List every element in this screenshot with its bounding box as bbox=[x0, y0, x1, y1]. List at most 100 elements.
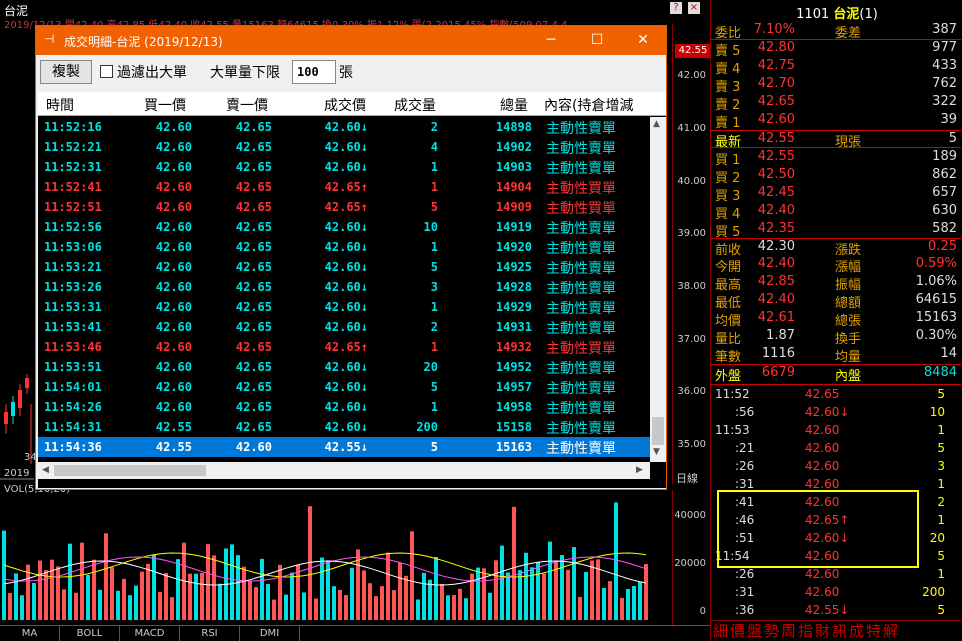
tick-time: :21 bbox=[735, 441, 755, 455]
hscroll-thumb[interactable] bbox=[54, 465, 206, 476]
vertical-scrollbar[interactable]: ▲ ▼ bbox=[650, 117, 666, 462]
minimize-button[interactable]: ─ bbox=[528, 26, 574, 55]
table-row[interactable]: 11:53:06 42.60 42.65 42.60↓ 1 14920 主動性賣單 bbox=[38, 237, 650, 257]
trade-detail-dialog[interactable]: ⊣ 成交明細-台泥 (2019/12/13) ─ ☐ ✕ 複製 過濾出大單 大單… bbox=[35, 25, 667, 490]
min-volume-input[interactable]: 100 bbox=[292, 60, 336, 84]
bid-label: 買 1 bbox=[715, 153, 741, 168]
cell-total: 14958 bbox=[495, 400, 532, 414]
volume-bar bbox=[500, 545, 504, 620]
col-total[interactable]: 總量 bbox=[500, 95, 528, 115]
quote-tabs[interactable]: 細價盤勢周指財訊成特解 bbox=[711, 620, 961, 641]
cell-price: 42.60↓ bbox=[324, 380, 368, 394]
volume-bar bbox=[524, 552, 528, 620]
close-icon[interactable]: × bbox=[688, 2, 700, 14]
table-row[interactable]: 11:54:36 42.55 42.60 42.55↓ 5 15163 主動性賣單 bbox=[38, 437, 650, 457]
col-ask[interactable]: 賣一價 bbox=[226, 95, 268, 115]
volume-bar bbox=[212, 555, 216, 620]
close-button[interactable]: ✕ bbox=[620, 26, 666, 55]
table-row[interactable]: 11:52:41 42.60 42.65 42.65↑ 1 14904 主動性買單 bbox=[38, 177, 650, 197]
cell-content: 主動性賣單 bbox=[546, 221, 616, 237]
cell-ask: 42.65 bbox=[235, 320, 272, 334]
table-row[interactable]: 11:54:26 42.60 42.65 42.60↓ 1 14958 主動性賣單 bbox=[38, 397, 650, 417]
table-row[interactable]: 11:53:21 42.60 42.65 42.60↓ 5 14925 主動性賣單 bbox=[38, 257, 650, 277]
cell-ask: 42.65 bbox=[235, 240, 272, 254]
table-row[interactable]: 11:53:31 42.60 42.65 42.60↓ 1 14929 主動性賣單 bbox=[38, 297, 650, 317]
col-price[interactable]: 成交價 bbox=[324, 95, 366, 115]
volume-bar bbox=[170, 597, 174, 620]
volume-bar bbox=[68, 543, 72, 620]
volume-bar bbox=[458, 588, 462, 620]
table-row[interactable]: 11:52:16 42.60 42.65 42.60↓ 2 14898 主動性賣單 bbox=[38, 117, 650, 137]
tab-rsi[interactable]: RSI bbox=[180, 626, 240, 641]
scroll-left-icon[interactable]: ◀ bbox=[42, 465, 49, 475]
table-row[interactable]: 11:53:41 42.60 42.65 42.60↓ 2 14931 主動性賣單 bbox=[38, 317, 650, 337]
filter-checkbox[interactable] bbox=[100, 65, 113, 78]
price-axis: 42.00 41.00 40.00 39.00 38.00 37.00 36.0… bbox=[672, 24, 711, 484]
cell-bid: 42.60 bbox=[155, 320, 192, 334]
table-row[interactable]: 11:53:51 42.60 42.65 42.60↓ 20 14952 主動性賣單 bbox=[38, 357, 650, 377]
tab-ma[interactable]: MA bbox=[0, 626, 60, 641]
stat-row: 量比 1.87 換手 0.30% bbox=[711, 328, 961, 347]
tick-time: 11:53 bbox=[715, 423, 750, 437]
dialog-titlebar[interactable]: ⊣ 成交明細-台泥 (2019/12/13) ─ ☐ ✕ bbox=[36, 26, 666, 55]
help-icon[interactable]: ? bbox=[670, 2, 682, 14]
cell-time: 11:53:26 bbox=[44, 280, 102, 294]
table-row[interactable]: 11:52:56 42.60 42.65 42.60↓ 10 14919 主動性賣單 bbox=[38, 217, 650, 237]
col-bid[interactable]: 買一價 bbox=[144, 95, 186, 115]
table-row[interactable]: 11:53:46 42.60 42.65 42.65↑ 1 14932 主動性買單 bbox=[38, 337, 650, 357]
volume-bar bbox=[92, 559, 96, 620]
table-row[interactable]: 11:52:51 42.60 42.65 42.65↑ 5 14909 主動性買單 bbox=[38, 197, 650, 217]
price-tick: 42.00 bbox=[677, 70, 706, 81]
maximize-button[interactable]: ☐ bbox=[574, 26, 620, 55]
table-row[interactable]: 11:54:01 42.60 42.65 42.60↓ 5 14957 主動性賣單 bbox=[38, 377, 650, 397]
col-volume[interactable]: 成交量 bbox=[394, 95, 436, 115]
volume-bar bbox=[2, 530, 6, 620]
table-row[interactable]: 11:52:21 42.60 42.65 42.60↓ 4 14902 主動性賣單 bbox=[38, 137, 650, 157]
table-row[interactable]: 11:53:26 42.60 42.65 42.60↓ 3 14928 主動性賣單 bbox=[38, 277, 650, 297]
table-row[interactable]: 11:54:31 42.55 42.65 42.60↓ 200 15158 主動性賣單 bbox=[38, 417, 650, 437]
cell-time: 11:52:16 bbox=[44, 120, 102, 134]
cell-vol: 1 bbox=[430, 160, 438, 174]
scroll-thumb[interactable] bbox=[652, 417, 664, 445]
tick-volume: 20 bbox=[929, 531, 945, 545]
dialog-title: 成交明細-台泥 (2019/12/13) bbox=[64, 35, 223, 49]
volume-bar bbox=[488, 592, 492, 620]
scroll-right-icon[interactable]: ▶ bbox=[636, 465, 643, 475]
scroll-up-icon[interactable]: ▲ bbox=[653, 119, 660, 129]
volume-bar bbox=[122, 578, 126, 620]
volume-bar bbox=[248, 580, 252, 620]
volume-bar bbox=[266, 583, 270, 620]
bid-row: 買 2 42.50 862 bbox=[711, 167, 961, 186]
tick-price: 42.60 bbox=[805, 567, 840, 581]
col-time[interactable]: 時間 bbox=[46, 95, 74, 115]
dialog-toolbar: 複製 過濾出大單 大單量下限 100 張 bbox=[36, 56, 666, 90]
cell-ask: 42.65 bbox=[235, 380, 272, 394]
cell-bid: 42.60 bbox=[155, 380, 192, 394]
scroll-down-icon[interactable]: ▼ bbox=[653, 447, 660, 457]
tick-time: :36 bbox=[735, 603, 755, 617]
horizontal-scrollbar[interactable]: ◀ ▶ bbox=[38, 462, 650, 479]
cell-price: 42.55↓ bbox=[324, 440, 368, 454]
trade-table[interactable]: 時間 買一價 賣一價 成交價 成交量 總量 內容(持倉增減 11:52:16 42… bbox=[38, 92, 666, 488]
period-label[interactable]: 日線 bbox=[676, 470, 698, 486]
copy-button[interactable]: 複製 bbox=[40, 60, 92, 84]
quote-panel: 1101 台泥(1) 委比 7.10% 委差 387 賣 5 42.80 977 賣 … bbox=[710, 0, 962, 641]
volume-bar bbox=[32, 582, 36, 620]
tab-boll[interactable]: BOLL bbox=[60, 626, 120, 641]
cell-total: 14919 bbox=[495, 220, 532, 234]
volume-bar bbox=[476, 567, 480, 620]
cell-ask: 42.65 bbox=[235, 220, 272, 234]
cell-vol: 2 bbox=[430, 120, 438, 134]
bid-volume: 582 bbox=[932, 221, 957, 236]
tab-macd[interactable]: MACD bbox=[120, 626, 180, 641]
volume-bar bbox=[416, 599, 420, 620]
table-row[interactable]: 11:52:31 42.60 42.65 42.60↓ 1 14903 主動性賣單 bbox=[38, 157, 650, 177]
col-content[interactable]: 內容(持倉增減 bbox=[544, 95, 633, 115]
cell-time: 11:52:21 bbox=[44, 140, 102, 154]
stat-label: 均價 bbox=[715, 314, 742, 329]
tab-dmi[interactable]: DMI bbox=[240, 626, 300, 641]
ask-row: 賣 5 42.80 977 bbox=[711, 40, 961, 59]
cell-vol: 20 bbox=[423, 360, 438, 374]
tick-time: :56 bbox=[735, 405, 755, 419]
year-label: 2019 bbox=[4, 468, 30, 479]
